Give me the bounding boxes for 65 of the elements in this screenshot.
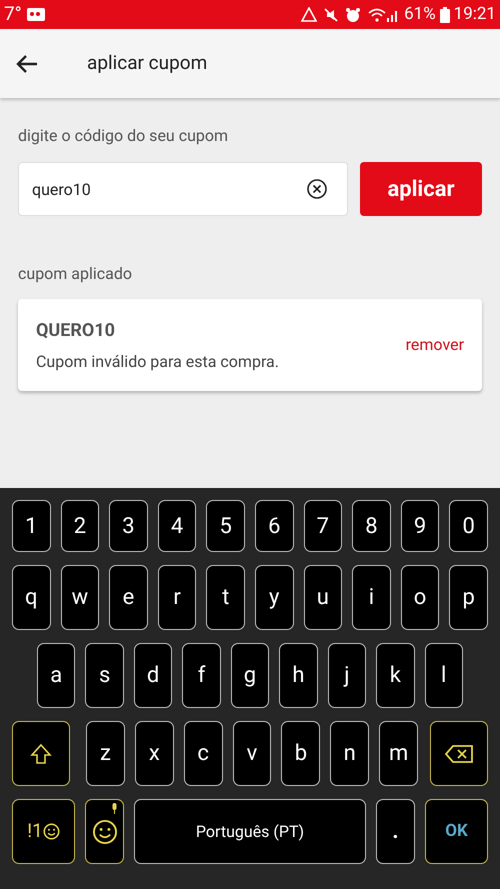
coupon-code: QUERO10 bbox=[36, 318, 116, 342]
ok-key[interactable]: OK bbox=[425, 799, 488, 864]
smiley-icon bbox=[42, 823, 60, 840]
space-key[interactable]: Português (PT) bbox=[134, 799, 366, 864]
keyboard-key[interactable]: s bbox=[85, 643, 124, 708]
keyboard-key[interactable]: b bbox=[281, 721, 320, 786]
keyboard-key[interactable]: k bbox=[376, 643, 414, 708]
keyboard-key[interactable]: m bbox=[379, 721, 418, 786]
smiley-icon bbox=[92, 818, 118, 844]
shift-key[interactable] bbox=[12, 721, 70, 786]
keyboard-key[interactable]: f bbox=[182, 643, 221, 708]
temperature: 7° bbox=[4, 1, 22, 28]
backspace-key[interactable] bbox=[430, 721, 488, 786]
keyboard-key[interactable]: e bbox=[109, 565, 148, 630]
wifi-icon bbox=[368, 8, 386, 22]
shift-arrow-icon bbox=[29, 742, 53, 766]
keyboard-key[interactable]: a bbox=[37, 643, 76, 708]
period-key[interactable]: . bbox=[376, 799, 415, 864]
coupon-input-field[interactable]: quero10 bbox=[18, 162, 348, 216]
battery-percent: 61% bbox=[404, 2, 436, 26]
keyboard-key[interactable]: 8 bbox=[352, 500, 391, 552]
keyboard-key[interactable]: r bbox=[158, 565, 196, 630]
keyboard-key[interactable]: 2 bbox=[60, 500, 100, 552]
mute-icon bbox=[323, 6, 340, 22]
coupon-error-message: Cupom inválido para esta compra. bbox=[36, 350, 280, 372]
warning-icon bbox=[301, 7, 318, 22]
keyboard-key[interactable]: l bbox=[424, 643, 463, 708]
keyboard-key[interactable]: 6 bbox=[254, 500, 294, 552]
keyboard-key[interactable]: t bbox=[206, 565, 245, 630]
section-label: cupom aplicado bbox=[18, 263, 133, 285]
keyboard-key[interactable]: x bbox=[134, 721, 174, 786]
clear-icon[interactable] bbox=[306, 178, 328, 200]
keyboard-key[interactable]: u bbox=[304, 565, 342, 630]
apply-button[interactable]: aplicar bbox=[360, 162, 482, 216]
page-title: aplicar cupom bbox=[87, 50, 208, 76]
emoji-key[interactable] bbox=[85, 799, 124, 864]
keyboard-key[interactable]: c bbox=[184, 721, 223, 786]
keyboard-key[interactable]: i bbox=[352, 565, 391, 630]
keyboard-key[interactable]: w bbox=[60, 565, 100, 630]
keyboard-key[interactable]: g bbox=[230, 643, 270, 708]
keyboard-key[interactable]: p bbox=[449, 565, 488, 630]
symbols-key[interactable]: !1 bbox=[12, 799, 75, 864]
keyboard-key[interactable]: o bbox=[400, 565, 440, 630]
keyboard-key[interactable]: h bbox=[279, 643, 318, 708]
keyboard-key[interactable]: 7 bbox=[304, 500, 342, 552]
clock: 19:21 bbox=[454, 2, 496, 26]
field-label: digite o código do seu cupom bbox=[18, 125, 230, 147]
keyboard-key[interactable]: 4 bbox=[158, 500, 196, 552]
backspace-icon bbox=[444, 744, 474, 764]
keyboard-key[interactable]: q bbox=[12, 565, 51, 630]
keyboard-key[interactable]: j bbox=[328, 643, 366, 708]
remove-link[interactable]: remover bbox=[406, 333, 464, 357]
keyboard-key[interactable]: 9 bbox=[400, 500, 440, 552]
voicemail-icon bbox=[26, 8, 45, 21]
keyboard-key[interactable]: z bbox=[86, 721, 125, 786]
keyboard-key[interactable]: 5 bbox=[206, 500, 245, 552]
microphone-icon bbox=[111, 803, 118, 814]
keyboard-key[interactable]: 0 bbox=[449, 500, 488, 552]
keyboard-key[interactable]: y bbox=[254, 565, 294, 630]
keyboard-key[interactable]: d bbox=[134, 643, 172, 708]
keyboard-key[interactable]: 3 bbox=[109, 500, 148, 552]
keyboard-key[interactable]: 1 bbox=[12, 500, 51, 552]
battery-icon bbox=[440, 6, 450, 22]
keyboard-key[interactable]: v bbox=[232, 721, 272, 786]
keyboard-key[interactable]: n bbox=[330, 721, 370, 786]
